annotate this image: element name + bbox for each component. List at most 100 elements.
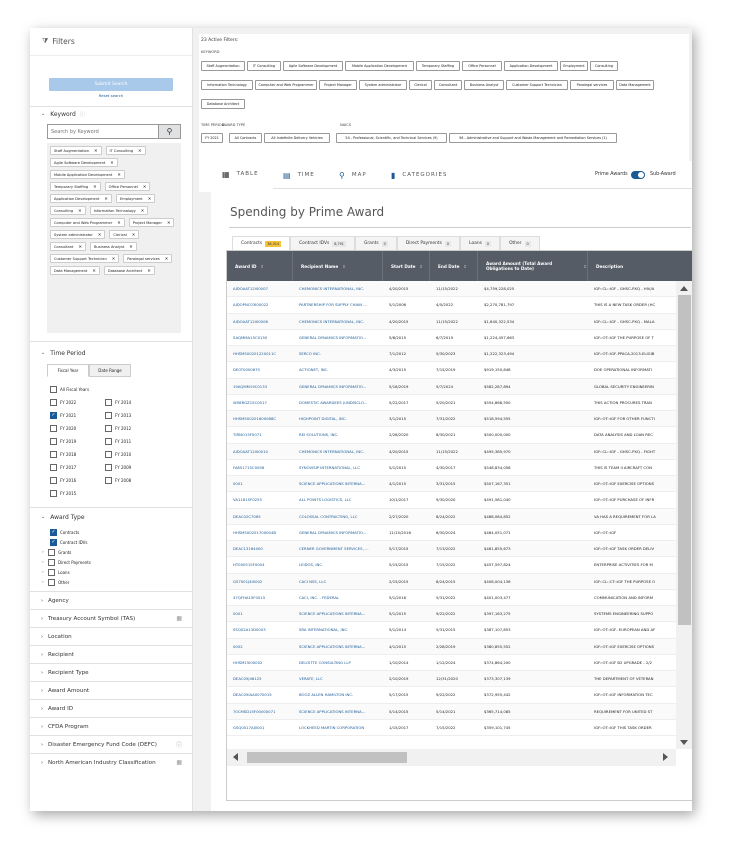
- award-id-link[interactable]: VA11815F0255: [227, 497, 293, 502]
- close-icon[interactable]: ✕: [92, 268, 96, 273]
- checkbox-icon[interactable]: [48, 578, 55, 586]
- recipient-link[interactable]: BOOZ ALLEN HAMILTON INC.: [293, 692, 383, 697]
- recipient-link[interactable]: ACTIONET, INC.: [293, 367, 383, 372]
- recipient-link[interactable]: COLOSSAL CONTRACTING, LLC: [293, 514, 383, 519]
- tab-date-range[interactable]: Date Range: [89, 364, 131, 377]
- active-filter-chip[interactable]: Staff Augmentation: [201, 61, 245, 71]
- award-id-link[interactable]: GS7001J4I0002: [227, 579, 293, 584]
- close-icon[interactable]: ✕: [141, 208, 145, 213]
- award-id-link[interactable]: 19AQMM19C0133: [227, 384, 293, 389]
- recipient-link[interactable]: CHEMONICS INTERNATIONAL, INC.: [293, 449, 383, 454]
- recipient-link[interactable]: DELOITTE CONSULTING LLP: [293, 660, 383, 665]
- active-filter-chip[interactable]: 56 - Administrative and Support and Wast…: [449, 133, 617, 143]
- checkbox-icon[interactable]: [50, 476, 57, 484]
- close-icon[interactable]: ✕: [117, 172, 121, 177]
- award-id-link[interactable]: HHSM500201220011C: [227, 351, 293, 356]
- award-id-link[interactable]: 47QFHA15F0015: [227, 595, 293, 600]
- horizontal-scroll-thumb[interactable]: [247, 752, 407, 763]
- sort-icon[interactable]: ⇕: [261, 264, 265, 269]
- info-icon[interactable]: ⓘ: [176, 740, 182, 749]
- award-tab[interactable]: Contracts 38,314: [232, 236, 291, 250]
- recipient-link[interactable]: SCIENCE APPLICATIONS INTERNA...: [293, 611, 383, 616]
- active-filter-chip[interactable]: Computer and Web Programmer: [255, 80, 317, 90]
- award-tab[interactable]: Other 0: [500, 236, 540, 250]
- checkbox-award-type[interactable]: ✓ Contract IDVs: [50, 537, 192, 547]
- award-id-link[interactable]: W58RGZ15C0017: [227, 400, 293, 405]
- search-icon[interactable]: ⚲: [159, 124, 181, 139]
- award-id-link[interactable]: HHSM15I00002: [227, 660, 293, 665]
- checkbox-fiscal-year[interactable]: FY 2014: [105, 398, 160, 406]
- scroll-left-icon[interactable]: [233, 753, 238, 761]
- filter-section-toggle[interactable]: › Award Amount: [30, 681, 192, 699]
- horizontal-scrollbar[interactable]: [227, 749, 676, 766]
- recipient-link[interactable]: GENERAL DYNAMICS INFORMATIO...: [293, 384, 383, 389]
- column-header[interactable]: Recipient Name ⇕: [293, 251, 383, 281]
- checkbox-all-fiscal-years[interactable]: All Fiscal Years: [50, 385, 160, 393]
- column-header[interactable]: Award ID ⇕: [227, 251, 293, 281]
- checkbox-fiscal-year[interactable]: FY 2013: [105, 411, 160, 419]
- checkbox-icon[interactable]: [50, 385, 57, 393]
- tab-categories[interactable]: ▮ CATEGORIES: [391, 161, 471, 189]
- recipient-link[interactable]: SRA INTERNATIONAL, INC.: [293, 627, 383, 632]
- recipient-link[interactable]: CHEMONICS INTERNATIONAL, INC.: [293, 286, 383, 291]
- active-filter-chip[interactable]: Consultant: [434, 80, 462, 90]
- recipient-link[interactable]: VERATE, LLC: [293, 676, 383, 681]
- active-filter-chip[interactable]: Agile Software Development: [283, 61, 343, 71]
- active-filter-chip[interactable]: Office Personnel: [462, 61, 502, 71]
- recipient-link[interactable]: DOMESTIC AWARDEES (UNDISCLO...: [293, 400, 383, 405]
- recipient-link[interactable]: PARTNERSHIP FOR SUPPLY CHAIN ...: [293, 302, 383, 307]
- filter-section-toggle[interactable]: › CFDA Program: [30, 717, 192, 735]
- close-icon[interactable]: ✕: [112, 256, 116, 261]
- checkbox-icon[interactable]: ✓: [50, 411, 57, 419]
- filter-section-toggle[interactable]: › Location: [30, 627, 192, 645]
- active-filter-chip[interactable]: 54 - Professional, Scientific, and Techn…: [336, 133, 447, 143]
- award-id-link[interactable]: AIDOPNC03I00022: [227, 302, 293, 307]
- close-icon[interactable]: ✕: [98, 232, 102, 237]
- checkbox-icon[interactable]: ✓: [50, 528, 57, 536]
- active-filter-chip[interactable]: Information Technology: [201, 80, 253, 90]
- active-filter-chip[interactable]: Database Architect: [201, 99, 245, 109]
- award-id-link[interactable]: GSQ0017AJ0001: [227, 725, 293, 730]
- award-id-link[interactable]: AIDOAAT12I00007: [227, 286, 293, 291]
- close-icon[interactable]: ✕: [117, 220, 121, 225]
- column-header[interactable]: Start Date ⇕: [383, 251, 430, 281]
- sort-icon[interactable]: ⇕: [342, 264, 346, 269]
- checkbox-fiscal-year[interactable]: ✓ FY 2021: [50, 411, 105, 419]
- recipient-link[interactable]: REI SOLUTIONS, INC.: [293, 432, 383, 437]
- checkbox-icon[interactable]: [50, 437, 57, 445]
- checkbox-icon[interactable]: [105, 437, 112, 445]
- checkbox-award-type[interactable]: › Loans: [42, 567, 192, 577]
- award-id-link[interactable]: 0001: [227, 481, 293, 486]
- active-filter-chip[interactable]: Temporary Staffing: [416, 61, 460, 71]
- checkbox-fiscal-year[interactable]: FY 2015: [50, 489, 105, 497]
- active-filter-chip[interactable]: Mobile Application Development: [345, 61, 414, 71]
- award-id-link[interactable]: 0001: [227, 611, 293, 616]
- prime-sub-award-toggle[interactable]: [631, 171, 645, 179]
- scroll-down-icon[interactable]: [680, 740, 688, 745]
- vertical-scroll-thumb[interactable]: [678, 295, 691, 625]
- checkbox-icon[interactable]: [48, 548, 55, 556]
- tab-fiscal-year[interactable]: Fiscal Year: [47, 364, 89, 377]
- checkbox-icon[interactable]: [105, 463, 112, 471]
- active-filter-chip[interactable]: All Indefinite Delivery Vehicles: [264, 133, 330, 143]
- scroll-right-icon[interactable]: [663, 753, 668, 761]
- checkbox-icon[interactable]: [105, 424, 112, 432]
- award-id-link[interactable]: SSQ02A13D0003: [227, 627, 293, 632]
- sort-icon[interactable]: ⇕: [583, 264, 587, 269]
- recipient-link[interactable]: SCIENCE APPLICATIONS INTERNA...: [293, 481, 383, 486]
- keyword-search-input[interactable]: Search by Keyword: [47, 124, 159, 139]
- checkbox-fiscal-year[interactable]: FY 2012: [105, 424, 160, 432]
- active-filter-chip[interactable]: Application Development: [504, 61, 558, 71]
- info-icon[interactable]: ⓘ: [80, 111, 85, 118]
- active-filter-chip[interactable]: Clerical: [409, 80, 432, 90]
- filter-section-toggle[interactable]: › Disaster Emergency Fund Code (DEFC) ⓘ: [30, 735, 192, 753]
- award-type-section-toggle[interactable]: ⌄ Award Type: [30, 510, 192, 524]
- checkbox-fiscal-year[interactable]: FY 2022: [50, 398, 105, 406]
- active-filter-chip[interactable]: IT Consulting: [247, 61, 281, 71]
- award-id-link[interactable]: SAQMMA15C0150: [227, 335, 293, 340]
- close-icon[interactable]: ✕: [78, 208, 82, 213]
- filter-section-toggle[interactable]: › Recipient Type: [30, 663, 192, 681]
- column-header[interactable]: Description: [588, 251, 692, 281]
- tab-table[interactable]: ▦ TABLE: [211, 161, 273, 189]
- active-filter-chip[interactable]: System administrator: [359, 80, 407, 90]
